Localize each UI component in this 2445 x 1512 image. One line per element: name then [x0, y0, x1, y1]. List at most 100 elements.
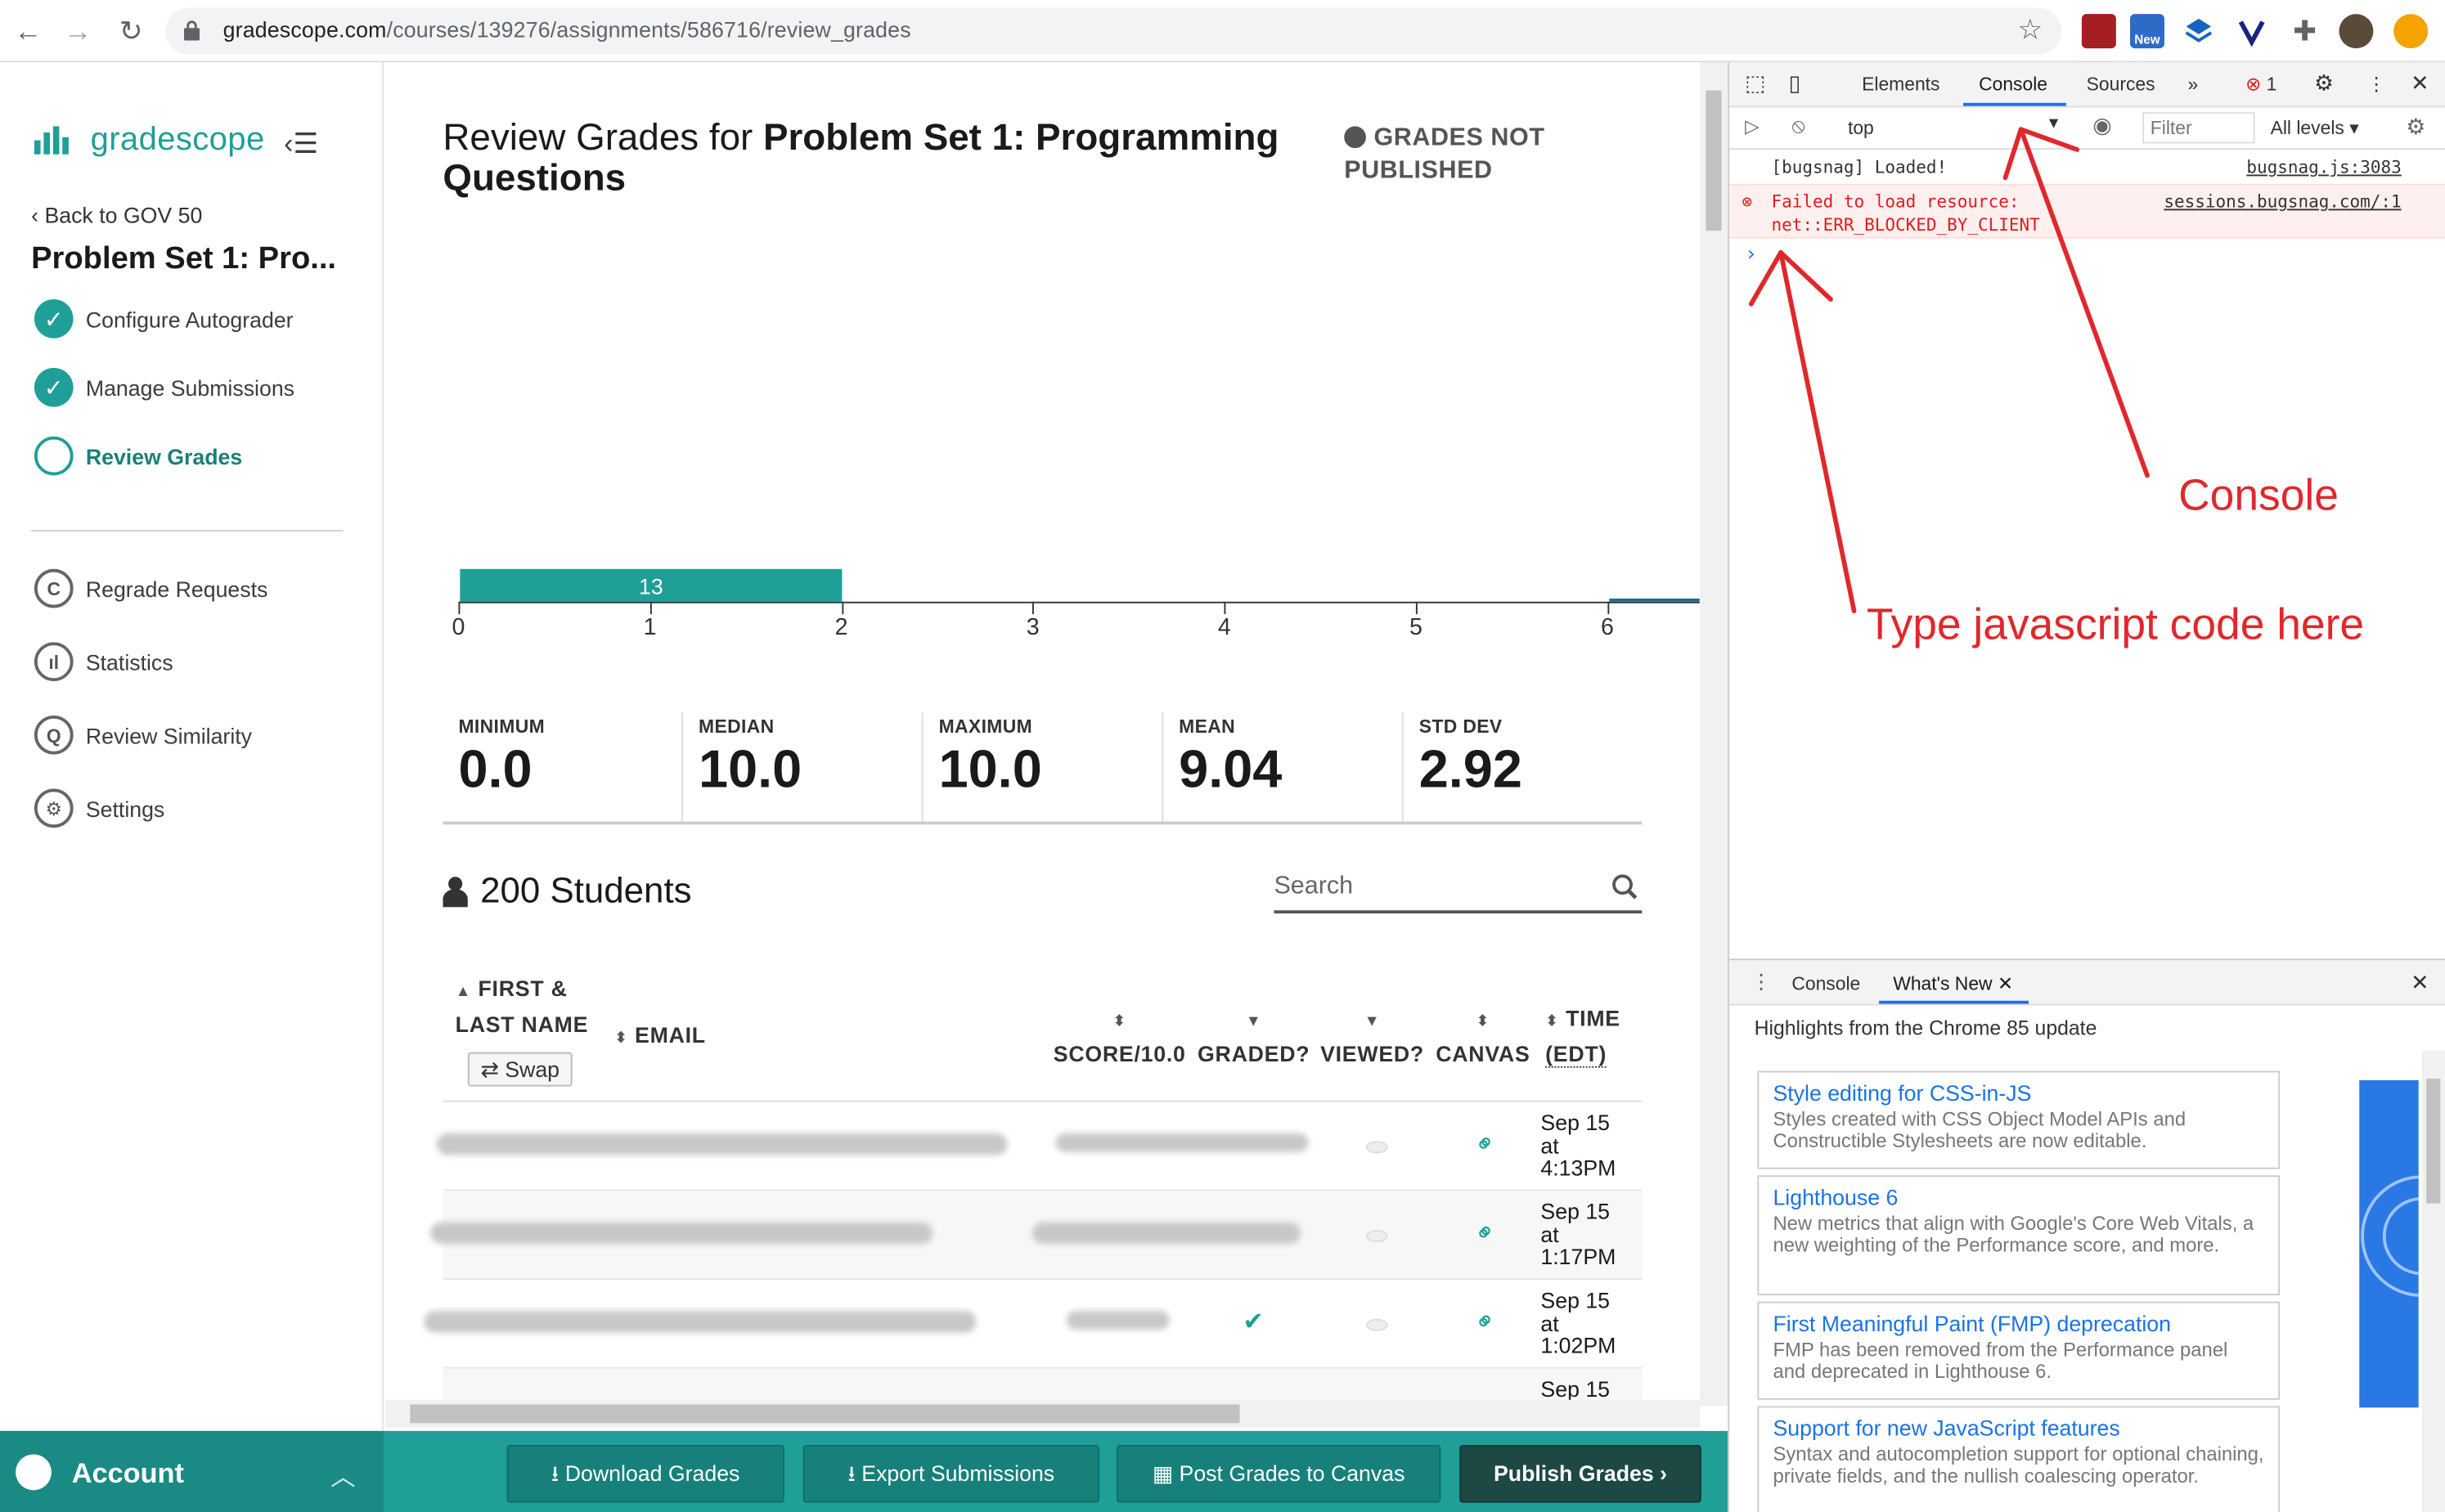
back-arrow-icon[interactable]: ← [12, 16, 43, 47]
whats-new-card[interactable]: Lighthouse 6 New metrics that align with … [1757, 1175, 2281, 1296]
export-submissions-button[interactable]: ⭳ Export Submissions [802, 1445, 1099, 1503]
publish-grades-button[interactable]: Publish Grades › [1459, 1445, 1701, 1503]
column-header-score[interactable]: ⬍ SCORE/10.0 [1053, 1003, 1187, 1071]
url-text: gradescope.com/courses/139276/assignment… [222, 16, 911, 43]
histogram-tick-label: 5 [1409, 614, 1423, 641]
column-header-canvas[interactable]: ⬍ CANVAS [1433, 1003, 1533, 1071]
bookmark-star-icon[interactable]: ☆ [2017, 14, 2043, 47]
browser-toolbar: ← → ↻ gradescope.com/courses/139276/assi… [0, 0, 2445, 63]
eye-icon [1365, 1141, 1388, 1154]
page-title: Review Grades for Problem Set 1: Program… [443, 116, 1279, 200]
statistics-icon: ıl [34, 642, 74, 682]
sidebar: gradescope ‹☰ ‹ Back to GOV 50 Problem S… [0, 62, 384, 1431]
table-row[interactable]: ✔ ⚭ Sep 15 at 1:02PM [424, 1280, 1643, 1369]
account-avatar-icon [16, 1454, 52, 1491]
extension-v-icon[interactable] [2234, 14, 2269, 49]
extension-new-icon[interactable]: New [2130, 14, 2164, 49]
back-link[interactable]: ‹ Back to GOV 50 [31, 203, 202, 227]
histogram-tick [649, 601, 652, 615]
graded-check-icon: ✔ [1243, 1309, 1264, 1336]
histogram-tick [841, 601, 843, 615]
sidebar-item-regrade-requests[interactable]: C Regrade Requests [34, 568, 267, 608]
canvas-link-icon[interactable]: ⚭ [1467, 1126, 1504, 1163]
close-drawer-icon[interactable]: ✕ [2411, 970, 2429, 996]
annotation-type-code-label: Type javascript code here [1866, 599, 2365, 648]
chevron-up-icon: ︿ [330, 1465, 356, 1492]
step-label: Review Grades [85, 443, 243, 469]
brand-name: gradescope [90, 121, 265, 158]
step-review-grades[interactable]: Review Grades [34, 436, 243, 476]
status-badge: GRADES NOT PUBLISHED [1344, 124, 1545, 184]
main-vertical-scrollbar[interactable] [1699, 62, 1728, 1407]
update-icon[interactable] [2393, 14, 2429, 49]
histogram-tick-label: 0 [452, 614, 465, 641]
table-row[interactable]: ⚭ Sep 15 at 1:17PM [430, 1191, 1643, 1280]
drawer-tab-bar: ⋮ Console What's New ✕ ✕ [1729, 958, 2445, 1006]
sidebar-item-statistics[interactable]: ıl Statistics [34, 642, 173, 682]
status-dot-icon [1344, 126, 1366, 149]
histogram-tick [458, 601, 461, 615]
drawer-tab-whats-new[interactable]: What's New ✕ [1893, 972, 2013, 994]
drawer-menu-icon[interactable]: ⋮ [1751, 970, 1772, 994]
profile-avatar[interactable] [2339, 14, 2374, 49]
sort-icon: ⬍ [1545, 1013, 1559, 1030]
redacted-name [424, 1311, 977, 1333]
extension-stack-icon[interactable] [2181, 14, 2216, 49]
search-icon[interactable] [1611, 873, 1638, 900]
extensions-puzzle-icon[interactable]: ✚ [2288, 14, 2322, 48]
main-content: Review Grades for Problem Set 1: Program… [384, 62, 1700, 1407]
whats-new-card[interactable]: First Meaningful Paint (FMP) deprecation… [1757, 1301, 2281, 1400]
whats-new-card[interactable]: Style editing for CSS-in-JS Styles create… [1757, 1070, 2281, 1169]
column-header-name[interactable]: ▲ FIRST & LAST NAME [456, 972, 589, 1041]
collapse-sidebar-icon[interactable]: ‹☰ [284, 128, 318, 160]
address-bar[interactable]: gradescope.com/courses/139276/assignment… [165, 7, 2062, 55]
extension-ublock-icon[interactable] [2081, 14, 2116, 49]
gradescope-logo[interactable]: gradescope [34, 122, 265, 159]
submission-time: Sep 15 [1540, 1376, 1611, 1402]
drawer-scrollbar[interactable] [2421, 1050, 2445, 1512]
column-header-email[interactable]: ⬍ EMAIL [614, 1020, 706, 1056]
similarity-icon: Q [34, 715, 74, 755]
swap-name-button[interactable]: ⇄ Swap [467, 1052, 573, 1087]
download-grades-button[interactable]: ⭳ Download Grades [506, 1445, 784, 1503]
sort-icon: ⬍ [1476, 1013, 1490, 1030]
redacted-name [436, 1133, 1008, 1155]
drawer-active-underline [1879, 1000, 2029, 1004]
account-menu[interactable]: Account ︿ [0, 1430, 384, 1512]
histogram-bar-value: 13 [639, 573, 663, 599]
redacted-score [1066, 1311, 1170, 1330]
canvas-link-icon[interactable]: ⚭ [1467, 1303, 1504, 1340]
column-header-graded[interactable]: ▼ GRADED? [1196, 1003, 1311, 1071]
whats-new-card[interactable]: Support for new JavaScript features Synta… [1757, 1406, 2281, 1512]
search-input[interactable] [1274, 866, 1586, 901]
footer-bar: Account ︿ ⭳ Download Grades ⭳ Export Sub… [0, 1430, 1728, 1512]
sidebar-item-settings[interactable]: ⚙ Settings [34, 788, 164, 828]
sidebar-item-review-similarity[interactable]: Q Review Similarity [34, 715, 252, 755]
sort-icon: ⬍ [614, 1030, 628, 1048]
lock-icon [183, 20, 200, 41]
annotation-console-label: Console [2178, 470, 2339, 519]
drawer-tab-console[interactable]: Console [1791, 972, 1860, 994]
stat-minimum: MINIMUM 0.0 [443, 712, 683, 822]
close-tab-icon[interactable]: ✕ [1998, 972, 2013, 994]
course-title: Problem Set 1: Pro... [31, 241, 337, 276]
logo-bars-icon [34, 126, 69, 155]
sort-icon: ⬍ [1112, 1013, 1127, 1030]
forward-arrow-icon[interactable]: → [62, 16, 93, 47]
column-header-viewed[interactable]: ▼ VIEWED? [1319, 1003, 1426, 1071]
histogram-tick-label: 3 [1026, 614, 1040, 641]
column-header-time[interactable]: ⬍ TIME (EDT) [1545, 1003, 1620, 1071]
histogram-tick [1415, 601, 1418, 615]
histogram-bar[interactable]: 13 [460, 568, 843, 602]
step-manage-submissions[interactable]: ✓ Manage Submissions [34, 367, 294, 407]
reload-icon[interactable]: ↻ [115, 16, 146, 47]
student-search [1274, 866, 1643, 914]
redacted-name [430, 1222, 933, 1245]
table-row[interactable]: ⚭ Sep 15 at 4:13PM [436, 1102, 1643, 1191]
canvas-link-icon[interactable]: ⚭ [1467, 1214, 1504, 1251]
chrome-update-illustration [2359, 1079, 2419, 1408]
step-configure-autograder[interactable]: ✓ Configure Autograder [34, 298, 294, 339]
devtools-panel: ⬚ ▯ Elements Console Sources » ⊗ 1 ⚙ ⋮ ✕… [1728, 62, 2445, 1512]
post-grades-to-canvas-button[interactable]: ▦ Post Grades to Canvas [1116, 1445, 1441, 1503]
main-horizontal-scrollbar[interactable] [384, 1399, 1700, 1429]
